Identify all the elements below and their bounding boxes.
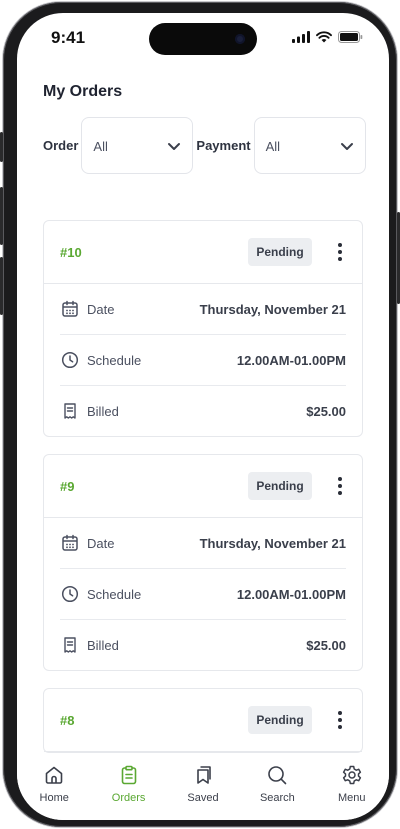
clock-icon [61,585,79,603]
bottom-tab-bar: Home Orders Saved Search Menu [17,756,389,820]
date-label: Date [87,535,115,551]
screen: 9:41 My Orders Order All Payment All #10… [17,13,389,820]
clipboard-icon [121,765,136,785]
volume-down-button [0,257,3,315]
order-card[interactable]: #8 Pending [43,688,363,753]
date-label: Date [87,301,115,317]
payment-filter-value: All [265,139,281,154]
order-schedule-row: Schedule 12.00AM-01.00PM [60,335,346,386]
payment-filter-select[interactable]: All [253,117,366,174]
search-icon [268,766,287,785]
calendar-icon [62,300,78,317]
orders-list[interactable]: #10 Pending Date Thursday, November 21 S… [43,220,363,757]
wifi-icon [316,31,332,43]
tab-search-label: Search [259,792,295,804]
billed-label: Billed [87,637,119,653]
order-id: #10 [60,245,82,260]
page-title: My Orders [43,83,123,100]
status-badge: Pending [248,472,312,500]
signal-icon [292,31,310,43]
gear-icon [342,765,361,785]
battery-icon [338,31,363,43]
home-icon [45,766,63,784]
order-schedule-row: Schedule 12.00AM-01.00PM [60,569,346,620]
bookmark-icon [197,766,211,784]
order-id: #8 [60,713,75,728]
tab-home-label: Home [39,792,69,804]
more-options-icon[interactable] [334,475,346,497]
status-icons [292,31,363,43]
order-filter-select[interactable]: All [81,117,194,174]
more-options-icon[interactable] [334,709,346,731]
order-date-row: Date Thursday, November 21 [60,284,346,335]
billed-value: $25.00 [306,403,346,419]
order-card-header: #9 Pending [44,455,362,518]
schedule-label: Schedule [87,352,142,368]
payment-filter-label: Payment [196,138,251,153]
billed-label: Billed [87,403,119,419]
order-filter-label: Order [43,138,79,153]
tab-orders-label: Orders [111,792,146,804]
schedule-value: 12.00AM-01.00PM [236,352,346,368]
camera-icon [235,34,245,44]
order-card[interactable]: #10 Pending Date Thursday, November 21 S… [43,220,363,437]
phone-frame: 9:41 My Orders Order All Payment All #10… [0,2,400,827]
date-value: Thursday, November 21 [199,535,346,551]
schedule-value: 12.00AM-01.00PM [236,586,346,602]
status-badge: Pending [248,238,312,266]
tab-menu-label: Menu [337,792,366,804]
tab-saved-label: Saved [187,792,219,804]
schedule-label: Schedule [87,586,142,602]
tab-orders[interactable]: Orders [91,756,165,820]
more-options-icon[interactable] [334,241,346,263]
order-billed-row: Billed $25.00 [60,386,346,436]
status-time: 9:41 [51,28,86,47]
clock-icon [61,351,79,369]
date-value: Thursday, November 21 [199,301,346,317]
order-card-header: #10 Pending [44,221,362,284]
chevron-down-icon [168,143,181,150]
filter-bar: Order All Payment All [43,117,369,174]
order-card-header: #8 Pending [44,689,362,752]
mute-switch [0,132,3,162]
order-billed-row: Billed $25.00 [60,620,346,670]
chevron-down-icon [340,143,353,150]
order-id: #9 [60,479,75,494]
order-date-row: Date Thursday, November 21 [60,518,346,569]
tab-saved[interactable]: Saved [166,756,240,820]
receipt-icon [64,403,76,419]
status-badge: Pending [248,706,312,734]
tab-menu[interactable]: Menu [315,756,389,820]
order-card[interactable]: #9 Pending Date Thursday, November 21 Sc… [43,454,363,671]
order-filter-value: All [93,139,108,154]
dynamic-island [149,23,257,55]
calendar-icon [62,534,78,551]
tab-search[interactable]: Search [240,756,314,820]
status-bar: 9:41 [17,13,389,63]
volume-up-button [0,187,3,245]
tab-home[interactable]: Home [17,756,91,820]
billed-value: $25.00 [306,637,346,653]
receipt-icon [64,637,76,653]
